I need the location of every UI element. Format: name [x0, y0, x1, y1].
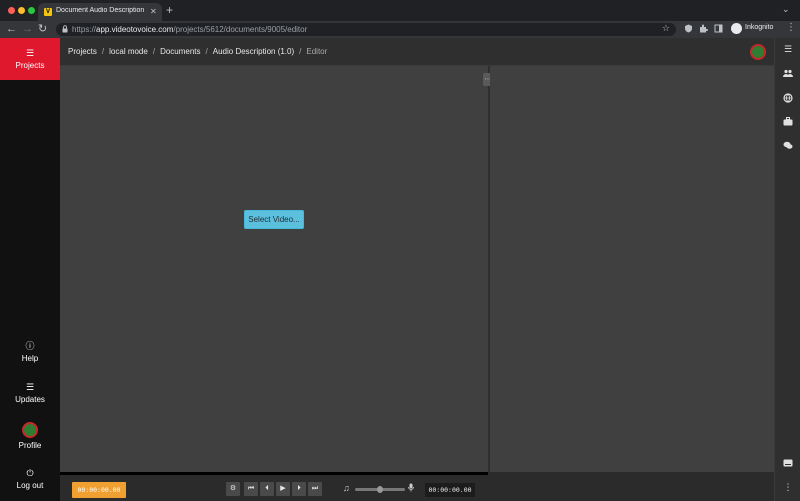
- sidebar-item-label: Log out: [16, 481, 44, 490]
- help-icon: ⓘ: [25, 341, 35, 351]
- settings-gear-icon[interactable]: ⚙: [226, 482, 240, 496]
- new-tab-icon[interactable]: +: [166, 3, 173, 17]
- sidebar-item-updates[interactable]: ☰ Updates: [0, 382, 60, 404]
- sidebar-item-label: Projects: [15, 61, 45, 70]
- right-rail: ☰ ⋮: [774, 38, 800, 501]
- browser-tab[interactable]: V Document Audio Description ✕: [38, 3, 162, 21]
- breadcrumb-separator: /: [205, 47, 208, 56]
- player-bar: 00:00:00.00 ⚙ ⏮ ⏴ ▶ ⏵ ⏭ ♫ 00:00:00.00: [60, 472, 488, 501]
- breadcrumb-current: Editor: [306, 47, 328, 56]
- tab-strip: V Document Audio Description ✕ + ⌄: [0, 0, 800, 21]
- sidebar-item-projects[interactable]: ☰ Projects: [0, 38, 60, 80]
- skip-to-end-icon[interactable]: ⏭: [308, 482, 322, 496]
- current-timecode: 00:00:00.00: [72, 482, 126, 498]
- power-icon: ⏻: [26, 468, 34, 478]
- forward-icon[interactable]: →: [22, 22, 33, 36]
- microphone-icon: [408, 483, 414, 492]
- breadcrumb-separator: /: [152, 47, 156, 56]
- more-options-icon[interactable]: ⋮: [775, 482, 800, 493]
- close-tab-icon[interactable]: ✕: [150, 7, 157, 16]
- globe-icon[interactable]: [783, 93, 793, 103]
- breadcrumb-separator: /: [299, 47, 302, 56]
- puzzle-extension-icon[interactable]: [699, 24, 708, 33]
- sidebar-item-label: Updates: [15, 395, 45, 404]
- sidebar-item-label: Help: [21, 354, 39, 363]
- music-note-icon: ♫: [343, 483, 350, 493]
- side-panel-icon[interactable]: [714, 24, 723, 33]
- bookmark-star-icon[interactable]: ☆: [662, 23, 670, 34]
- skip-to-start-icon[interactable]: ⏮: [244, 482, 258, 496]
- description-pane: [490, 66, 774, 472]
- breadcrumb-item[interactable]: Audio Description (1.0): [213, 47, 294, 56]
- back-icon[interactable]: ←: [6, 22, 17, 36]
- app-sidebar: ☰ Projects ⓘ Help ☰ Updates Profile ⏻ Lo…: [0, 38, 60, 501]
- video-pane: [60, 66, 488, 472]
- sidebar-item-logout[interactable]: ⏻ Log out: [0, 468, 60, 490]
- tab-search-icon[interactable]: ⌄: [782, 4, 790, 15]
- list-icon[interactable]: ☰: [775, 44, 800, 55]
- incognito-label[interactable]: Inkognito: [745, 24, 773, 31]
- user-avatar[interactable]: [750, 44, 766, 60]
- favicon-icon: V: [44, 8, 52, 16]
- keyboard-icon[interactable]: [783, 459, 793, 467]
- list-icon: ☰: [25, 48, 35, 58]
- breadcrumb-item[interactable]: Documents: [160, 47, 200, 56]
- sidebar-item-profile[interactable]: Profile: [0, 422, 60, 450]
- page-header: Projects / local mode / Documents / Audio Desc…: [60, 38, 774, 66]
- step-back-icon[interactable]: ⏴: [260, 482, 274, 496]
- url-text: https://app.videotovoice.com/projects/56…: [72, 25, 308, 34]
- reload-icon[interactable]: ↻: [38, 22, 47, 36]
- shield-extension-icon[interactable]: [684, 24, 693, 33]
- sidebar-item-help[interactable]: ⓘ Help: [0, 341, 60, 363]
- address-bar[interactable]: https://app.videotovoice.com/projects/56…: [56, 23, 676, 36]
- select-video-button[interactable]: Select Video...: [244, 210, 304, 229]
- step-forward-icon[interactable]: ⏵: [292, 482, 306, 496]
- avatar: [22, 422, 38, 438]
- chat-icon[interactable]: [783, 141, 793, 150]
- duration-timecode: 00:00:00.00: [425, 483, 475, 497]
- tab-title: Document Audio Description: [56, 7, 145, 14]
- close-window-button[interactable]: [8, 7, 15, 14]
- browser-chrome: V Document Audio Description ✕ + ⌄ ← → ↻…: [0, 0, 800, 38]
- minimize-window-button[interactable]: [18, 7, 25, 14]
- audio-mix-slider[interactable]: [355, 486, 405, 493]
- list-icon: ☰: [25, 382, 35, 392]
- browser-menu-icon[interactable]: ⋮: [786, 22, 796, 33]
- breadcrumb-item[interactable]: local mode: [109, 47, 148, 56]
- browser-toolbar: ← → ↻ https://app.videotovoice.com/proje…: [0, 21, 800, 38]
- slider-handle[interactable]: [377, 486, 383, 493]
- player-bar-extension: [488, 472, 774, 501]
- users-icon[interactable]: [783, 69, 793, 78]
- briefcase-icon[interactable]: [783, 117, 793, 126]
- breadcrumb: Projects / local mode / Documents / Audio Desc…: [68, 47, 327, 56]
- breadcrumb-item[interactable]: Projects: [68, 47, 97, 56]
- sidebar-item-label: Profile: [18, 441, 42, 450]
- lock-icon: [62, 25, 68, 33]
- play-icon[interactable]: ▶: [276, 482, 290, 496]
- maximize-window-button[interactable]: [28, 7, 35, 14]
- incognito-avatar-icon[interactable]: [731, 23, 742, 34]
- breadcrumb-separator: /: [101, 47, 105, 56]
